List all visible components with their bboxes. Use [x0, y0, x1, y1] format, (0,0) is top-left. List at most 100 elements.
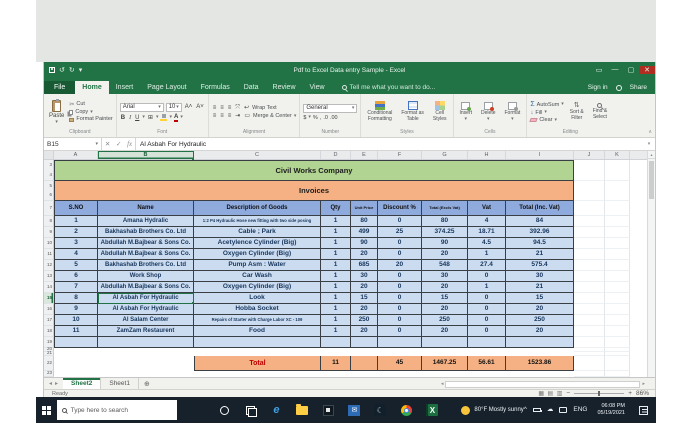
chrome-button[interactable] [399, 403, 413, 417]
horizontal-scrollbar[interactable]: ◂ ▸ [441, 380, 645, 388]
cell[interactable]: Pump Asm : Water [194, 260, 321, 271]
cell[interactable]: 1 [321, 271, 351, 282]
cell-empty[interactable] [574, 337, 605, 348]
header-cell[interactable]: Unit Price [351, 201, 378, 216]
cell[interactable]: 84 [506, 216, 574, 227]
hscroll-right-icon[interactable]: ▸ [642, 381, 645, 387]
cortana-button[interactable] [217, 403, 231, 417]
share-button[interactable]: Share [630, 84, 647, 91]
cell-empty[interactable] [605, 337, 630, 348]
cell[interactable]: 9 [54, 304, 98, 315]
start-button[interactable] [36, 397, 57, 423]
zoom-level[interactable]: 86% [636, 390, 649, 397]
percent-style-icon[interactable]: % [313, 115, 318, 121]
align-top-icon[interactable] [212, 105, 218, 111]
redo-icon[interactable]: ↻ [69, 67, 75, 74]
column-header-H[interactable]: H [468, 151, 506, 159]
number-format-select[interactable]: General ▾ [303, 103, 358, 113]
new-sheet-icon[interactable]: ⊕ [139, 378, 155, 389]
underline-button[interactable] [134, 115, 140, 121]
cell[interactable]: Oxygen Cylinder (Big) [194, 249, 321, 260]
cell[interactable]: Amana Hydralic [98, 216, 194, 227]
cell[interactable]: Hobba Socket [194, 304, 321, 315]
font-color-icon[interactable] [173, 114, 179, 122]
cell[interactable]: 20 [422, 326, 468, 337]
total-label-cell[interactable]: Total [194, 356, 321, 371]
cell[interactable]: 1 [54, 216, 98, 227]
tab-file[interactable]: File [44, 81, 76, 94]
cell[interactable] [468, 337, 506, 348]
cell[interactable]: Work Shop [98, 271, 194, 282]
cell-empty[interactable] [605, 271, 630, 282]
cell-empty[interactable] [574, 293, 605, 304]
cell[interactable]: 15 [422, 293, 468, 304]
cell[interactable]: 20 [351, 326, 378, 337]
cell-empty[interactable] [605, 356, 630, 371]
vscroll-thumb[interactable] [649, 161, 654, 199]
close-icon[interactable]: ✕ [639, 66, 655, 74]
cell-empty[interactable] [605, 260, 630, 271]
total-cell[interactable]: 1523.86 [506, 356, 574, 371]
align-left-icon[interactable] [212, 113, 218, 119]
cell[interactable]: 4.5 [468, 238, 506, 249]
cell[interactable]: Food [194, 326, 321, 337]
cell[interactable]: 5 [54, 260, 98, 271]
cell[interactable]: 8 [54, 293, 98, 304]
name-box[interactable]: B15 ▾ [44, 138, 102, 150]
cell[interactable]: Acetylence Cylinder (Big) [194, 238, 321, 249]
row-number[interactable]: 9 [44, 227, 54, 238]
tab-view[interactable]: View [303, 81, 332, 94]
indent-icon[interactable]: ⇥ [234, 113, 241, 119]
taskbar-clock[interactable]: 06:08 PM 05/19/2021 [593, 403, 629, 417]
row-number[interactable]: 34 [44, 160, 54, 181]
cell[interactable] [506, 337, 574, 348]
cell[interactable]: 1 [321, 304, 351, 315]
cell-empty[interactable] [574, 271, 605, 282]
row-number[interactable]: 16 [44, 304, 54, 315]
cell-empty[interactable] [54, 356, 194, 371]
fill-color-icon[interactable] [160, 114, 168, 121]
sheet-tab-sheet2[interactable]: Sheet2 [63, 378, 102, 389]
align-bottom-icon[interactable] [227, 105, 233, 111]
cell-empty[interactable] [574, 181, 605, 201]
qat-customize-icon[interactable]: ▾ [79, 67, 83, 74]
cell[interactable]: Car Wash [194, 271, 321, 282]
sheet-nav-right-icon[interactable]: ▸ [55, 380, 58, 387]
cell[interactable]: 94.5 [506, 238, 574, 249]
header-cell[interactable]: Vat [468, 201, 506, 216]
tab-review[interactable]: Review [266, 81, 303, 94]
file-explorer-button[interactable] [295, 403, 309, 417]
cell[interactable]: 15 [351, 293, 378, 304]
cell-empty[interactable] [605, 201, 630, 216]
selected-cell-B15[interactable]: Al Asbah For Hydraulic [98, 293, 194, 304]
cell[interactable]: 1 [321, 260, 351, 271]
row-number[interactable]: 22 [44, 356, 54, 371]
cell[interactable]: 20 [378, 260, 422, 271]
cell[interactable] [54, 337, 98, 348]
cell[interactable] [378, 337, 422, 348]
row-number[interactable]: 18 [44, 326, 54, 337]
enter-entry-icon[interactable]: ✓ [116, 140, 121, 148]
cell-empty[interactable] [605, 227, 630, 238]
cell[interactable]: 30 [422, 271, 468, 282]
cell[interactable]: 7 [54, 282, 98, 293]
total-cell[interactable]: 11 [321, 356, 351, 371]
cell[interactable]: 10 [54, 315, 98, 326]
taskbar-search-box[interactable]: Type here to search [56, 400, 178, 420]
tab-home[interactable]: Home [75, 81, 109, 94]
cell[interactable]: ZamZam Restaurent [98, 326, 194, 337]
column-header-A[interactable]: A [54, 151, 98, 159]
cell[interactable]: 1 [321, 249, 351, 260]
cell[interactable]: 1 [468, 249, 506, 260]
cell[interactable]: Repairs of Starter with Charge Labor XC … [194, 315, 321, 326]
cell[interactable] [422, 337, 468, 348]
cell[interactable]: 1 [468, 282, 506, 293]
cell[interactable]: 4 [468, 216, 506, 227]
accounting-format-icon[interactable]: $ [303, 115, 306, 121]
header-cell[interactable]: Discount % [378, 201, 422, 216]
table-subtitle[interactable]: Invoices [54, 181, 574, 201]
scroll-up-icon[interactable]: ▴ [648, 151, 655, 159]
tab-data[interactable]: Data [237, 81, 266, 94]
select-all-corner[interactable] [44, 151, 54, 159]
comma-style-icon[interactable]: , [320, 115, 322, 121]
